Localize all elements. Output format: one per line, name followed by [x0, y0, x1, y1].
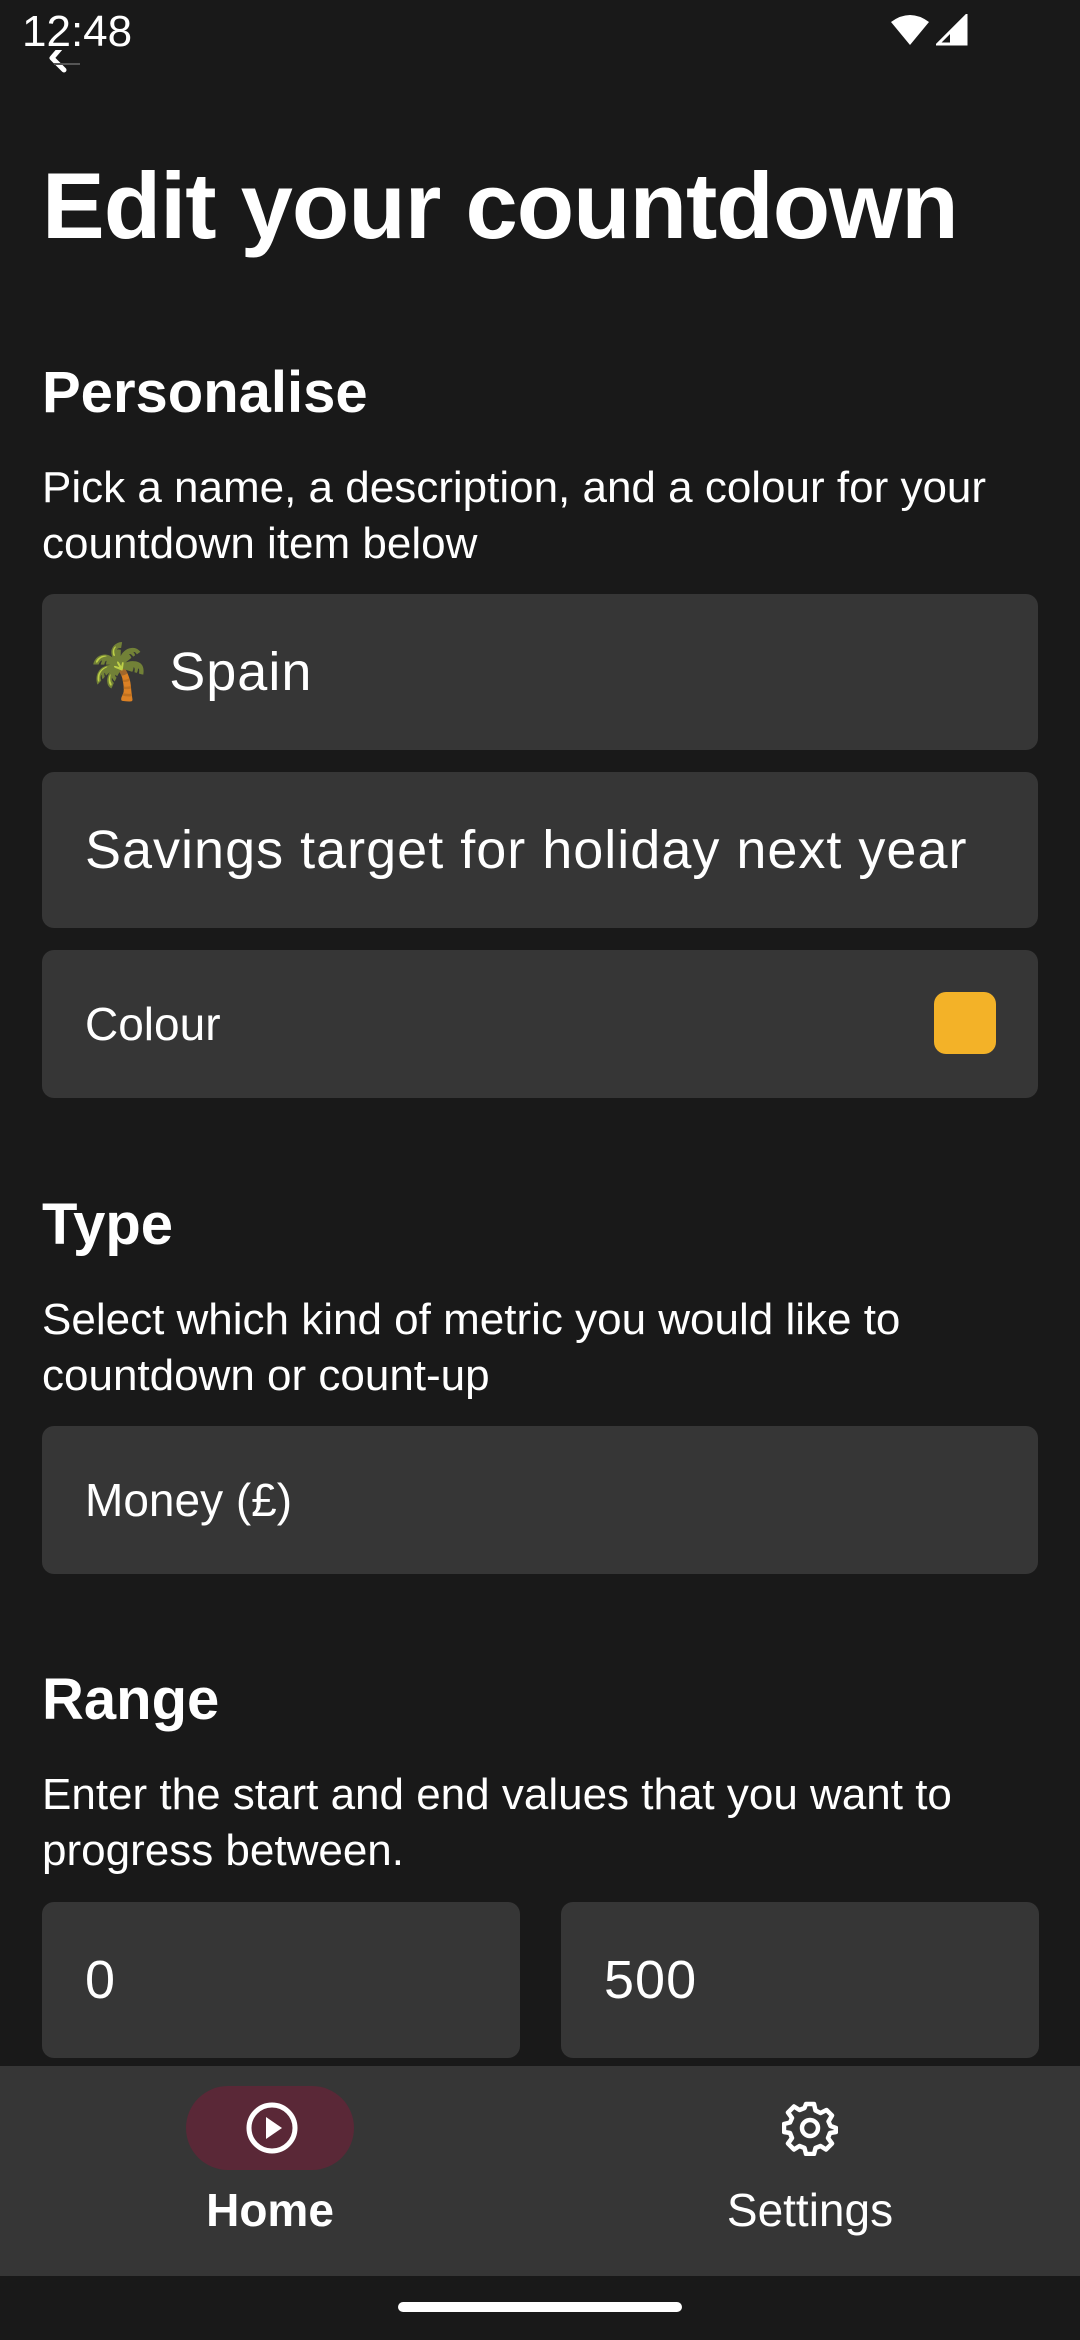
nav-item-home[interactable]: Home: [0, 2066, 540, 2276]
home-indicator[interactable]: [398, 2302, 682, 2312]
type-section-title: Type: [42, 1192, 174, 1257]
colour-picker-field[interactable]: Colour: [42, 950, 1038, 1098]
gear-icon: [782, 2101, 838, 2156]
personalise-description: Pick a name, a description, and a colour…: [42, 463, 987, 568]
range-start-value: 0: [85, 1950, 117, 2010]
range-section-title: Range: [42, 1667, 220, 1732]
cell-signal-icon: [936, 14, 968, 46]
bottom-navigation: Home Settings: [0, 2066, 1080, 2276]
range-end-input[interactable]: 500: [561, 1902, 1039, 2058]
status-bar: 12:48: [0, 0, 1080, 66]
nav-item-settings[interactable]: Settings: [540, 2066, 1080, 2276]
range-description: Enter the start and end values that you …: [42, 1770, 952, 1875]
range-start-input[interactable]: 0: [42, 1902, 520, 2058]
play-circle-icon: [246, 2102, 298, 2154]
nav-label-home: Home: [206, 2184, 334, 2236]
type-select-value: Money (£): [85, 1474, 293, 1526]
name-field[interactable]: 🌴 Spain: [42, 594, 1038, 750]
back-arrow-icon[interactable]: [46, 50, 86, 76]
type-select[interactable]: Money (£): [42, 1426, 1038, 1574]
description-field-value: Savings target for holiday next year: [85, 820, 968, 880]
colour-swatch[interactable]: [934, 992, 996, 1054]
colour-label: Colour: [85, 998, 221, 1050]
name-field-value: 🌴 Spain: [85, 642, 313, 702]
nav-label-settings: Settings: [726, 2184, 894, 2236]
range-end-value: 500: [604, 1950, 698, 2010]
type-description: Select which kind of metric you would li…: [42, 1295, 901, 1400]
description-field[interactable]: Savings target for holiday next year: [42, 772, 1038, 928]
personalise-section-title: Personalise: [42, 360, 368, 425]
wifi-icon: [891, 15, 929, 45]
status-icons: [890, 14, 968, 46]
page-title: Edit your countdown: [42, 153, 959, 258]
